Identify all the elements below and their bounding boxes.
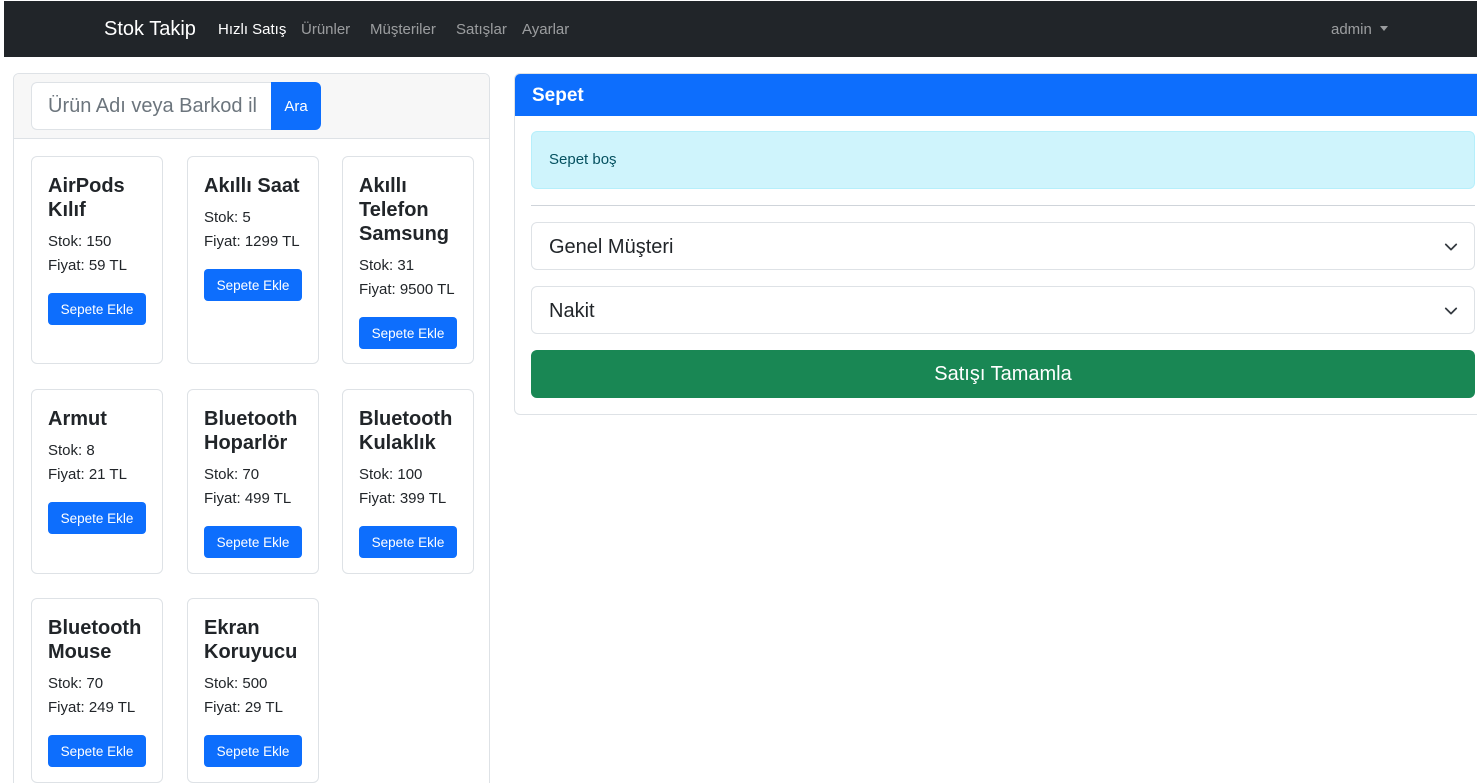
divider [531,205,1475,206]
product-price: Fiyat: 499 TL [204,490,292,507]
product-name: Bluetooth Kulaklık [359,408,453,454]
search-button[interactable]: Ara [271,82,321,130]
product-card: Akıllı Telefon Samsung Stok: 31 Fiyat: 9… [342,156,474,364]
top-navbar: Stok Takip Hızlı Satış Ürünler Müşterile… [4,1,1477,57]
nav-link-sales[interactable]: Satışlar [456,21,507,38]
product-card: Bluetooth Mouse Stok: 70 Fiyat: 249 TL S… [31,598,163,783]
nav-link-settings[interactable]: Ayarlar [522,21,569,38]
product-price: Fiyat: 21 TL [48,466,127,483]
product-stock: Stok: 500 [204,675,268,692]
user-menu[interactable]: admin [1331,21,1388,38]
nav-link-quick-sale[interactable]: Hızlı Satış [218,21,286,38]
product-card: Ekran Koruyucu Stok: 500 Fiyat: 29 TL Se… [187,598,319,783]
brand-logo[interactable]: Stok Takip [104,18,196,41]
product-name: Bluetooth Hoparlör [204,408,298,454]
nav-link-products[interactable]: Ürünler [301,21,350,38]
add-to-cart-button[interactable]: Sepete Ekle [204,269,302,301]
product-name: AirPods Kılıf [48,175,125,221]
cart-title: Sepet [532,85,584,106]
product-card: Akıllı Saat Stok: 5 Fiyat: 1299 TL Sepet… [187,156,319,364]
user-name: admin [1331,21,1372,38]
product-price: Fiyat: 399 TL [359,490,447,507]
add-to-cart-button[interactable]: Sepete Ekle [204,526,302,558]
product-name: Akıllı Saat [204,175,300,197]
product-name: Akıllı Telefon Samsung [359,175,450,245]
add-to-cart-button[interactable]: Sepete Ekle [204,735,302,767]
empty-cart-alert: Sepet boş [531,131,1475,189]
search-bar: Ara [14,74,489,139]
product-stock: Stok: 31 [359,257,415,274]
product-stock: Stok: 70 [204,466,260,483]
payment-select-value: Nakit [549,300,595,322]
add-to-cart-button[interactable]: Sepete Ekle [48,293,146,325]
product-price: Fiyat: 249 TL [48,699,136,716]
product-card: Bluetooth Hoparlör Stok: 70 Fiyat: 499 T… [187,389,319,574]
chevron-down-icon [1444,307,1458,315]
product-name: Armut [48,408,107,430]
product-name: Ekran Koruyucu [204,617,298,663]
cart-header: Sepet [515,74,1477,116]
caret-down-icon [1379,26,1388,31]
nav-link-customers[interactable]: Müşteriler [370,21,436,38]
add-to-cart-button[interactable]: Sepete Ekle [48,502,146,534]
product-price: Fiyat: 9500 TL [359,281,455,298]
product-card: Armut Stok: 8 Fiyat: 21 TL Sepete Ekle [31,389,163,574]
add-to-cart-button[interactable]: Sepete Ekle [359,526,457,558]
payment-select[interactable]: Nakit [531,286,1475,334]
customer-select[interactable]: Genel Müşteri [531,222,1475,270]
cart-panel: Sepet Sepet boş Genel Müşteri Nakit Satı… [514,73,1477,415]
add-to-cart-button[interactable]: Sepete Ekle [359,317,457,349]
product-stock: Stok: 150 [48,233,112,250]
product-stock: Stok: 5 [204,209,251,226]
chevron-down-icon [1444,243,1458,251]
window-edge [0,0,4,783]
customer-select-value: Genel Müşteri [549,236,674,258]
product-stock: Stok: 70 [48,675,104,692]
product-price: Fiyat: 1299 TL [204,233,300,250]
add-to-cart-button[interactable]: Sepete Ekle [48,735,146,767]
product-price: Fiyat: 59 TL [48,257,127,274]
product-card: Bluetooth Kulaklık Stok: 100 Fiyat: 399 … [342,389,474,574]
product-card: AirPods Kılıf Stok: 150 Fiyat: 59 TL Sep… [31,156,163,364]
product-stock: Stok: 8 [48,442,95,459]
product-panel: Ara AirPods Kılıf Stok: 150 Fiyat: 59 TL… [13,73,490,783]
product-name: Bluetooth Mouse [48,617,142,663]
product-price: Fiyat: 29 TL [204,699,283,716]
complete-sale-button[interactable]: Satışı Tamamla [531,350,1475,398]
search-input[interactable] [31,82,272,130]
empty-cart-message: Sepet boş [549,151,617,168]
product-stock: Stok: 100 [359,466,423,483]
